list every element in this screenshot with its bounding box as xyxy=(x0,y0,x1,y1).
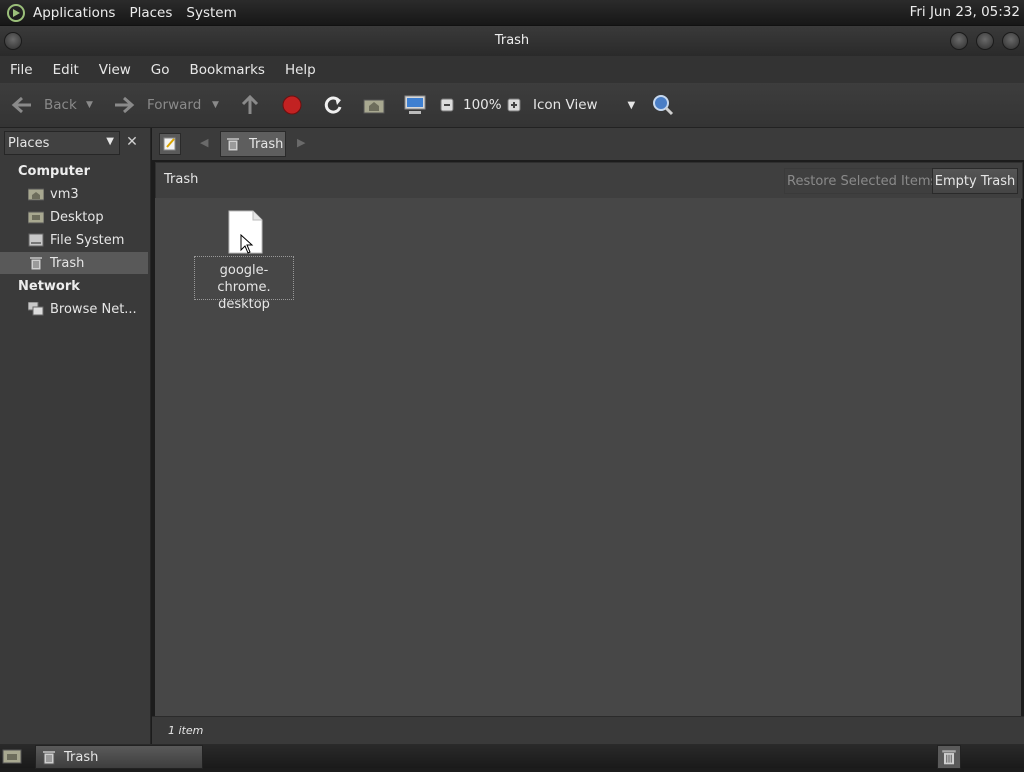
side-pane: Places ▼ ✕ Computer vm3 Desktop File Sys… xyxy=(0,128,151,744)
clock[interactable]: Fri Jun 23, 05:32 xyxy=(910,4,1020,20)
search-button[interactable] xyxy=(651,83,675,127)
system-menu[interactable]: System xyxy=(179,5,243,21)
sidebar-item-browse-network[interactable]: Browse Net... xyxy=(0,298,148,320)
menu-go[interactable]: Go xyxy=(141,62,180,78)
reload-button[interactable] xyxy=(322,83,344,127)
show-desktop-icon xyxy=(2,749,22,764)
computer-icon xyxy=(404,95,426,114)
section-computer: Computer xyxy=(18,164,91,179)
section-network: Network xyxy=(18,279,80,294)
view-mode-value: Icon View xyxy=(533,97,598,113)
network-icon xyxy=(28,302,44,316)
home-folder-icon xyxy=(363,99,385,114)
menu-help[interactable]: Help xyxy=(275,62,326,78)
up-button[interactable] xyxy=(240,83,260,127)
chevron-down-icon: ▼ xyxy=(86,100,93,110)
up-arrow-icon xyxy=(241,94,259,114)
location-bar: ◀ Trash ▶ xyxy=(152,128,1024,160)
applications-menu[interactable]: Applications xyxy=(26,5,122,21)
zoom-in-icon xyxy=(507,98,521,112)
file-view[interactable]: google-chrome. desktop xyxy=(155,198,1021,716)
status-bar: 1 item xyxy=(152,716,1024,745)
drive-icon xyxy=(28,233,44,247)
minimize-button[interactable] xyxy=(950,32,968,50)
reload-icon xyxy=(324,96,342,114)
sidebar-item-file-system[interactable]: File System xyxy=(0,229,148,251)
stop-icon xyxy=(282,95,302,115)
zoom-out-icon xyxy=(440,98,454,112)
mouse-cursor-icon xyxy=(240,234,254,254)
menu-view[interactable]: View xyxy=(89,62,141,78)
zoom-level[interactable]: 100% xyxy=(463,97,502,113)
menu-bookmarks[interactable]: Bookmarks xyxy=(180,62,275,78)
distro-logo-icon[interactable] xyxy=(6,3,26,23)
search-icon xyxy=(653,95,674,116)
trash-icon xyxy=(227,138,239,152)
menu-file[interactable]: File xyxy=(0,62,43,78)
stop-button[interactable] xyxy=(282,83,302,127)
top-panel: Applications Places System Fri Jun 23, 0… xyxy=(0,0,1024,25)
trash-applet[interactable] xyxy=(937,745,961,769)
trash-icon xyxy=(942,750,956,766)
side-pane-selector-value: Places xyxy=(8,135,50,151)
computer-button[interactable] xyxy=(403,83,427,127)
scroll-left-icon[interactable]: ◀ xyxy=(200,136,208,149)
trash-icon xyxy=(43,751,55,765)
menubar: File Edit View Go Bookmarks Help xyxy=(0,56,1024,83)
back-arrow-icon xyxy=(11,96,31,114)
close-icon: ✕ xyxy=(126,134,138,150)
scroll-right-icon[interactable]: ▶ xyxy=(297,136,305,149)
toolbar: Back ▼ Forward ▼ 100% Icon View ▼ xyxy=(0,83,1024,128)
side-pane-selector[interactable]: Places ▼ xyxy=(4,131,120,155)
back-button[interactable]: Back xyxy=(10,83,77,127)
close-side-pane-button[interactable]: ✕ xyxy=(122,133,142,153)
window-title: Trash xyxy=(494,33,530,48)
restore-selected-items-button[interactable]: Restore Selected Items xyxy=(784,168,941,194)
maximize-button[interactable] xyxy=(976,32,994,50)
empty-trash-button[interactable]: Empty Trash xyxy=(932,168,1018,194)
window-titlebar[interactable]: Trash xyxy=(0,25,1024,56)
zoom-out-button[interactable] xyxy=(440,83,454,127)
chevron-down-icon: ▼ xyxy=(106,136,114,147)
sidebar-item-desktop[interactable]: Desktop xyxy=(0,206,148,228)
places-menu[interactable]: Places xyxy=(122,5,179,21)
bottom-panel: Trash xyxy=(0,744,1024,769)
toggle-location-entry-button[interactable] xyxy=(159,133,181,155)
forward-arrow-icon xyxy=(115,96,135,114)
item-count: 1 item xyxy=(168,724,204,737)
trash-icon xyxy=(30,257,42,270)
back-history-dropdown[interactable]: ▼ xyxy=(86,83,93,127)
chevron-down-icon: ▼ xyxy=(627,99,636,111)
show-desktop-button[interactable] xyxy=(2,746,22,766)
breadcrumb-trash[interactable]: Trash xyxy=(220,131,286,157)
view-mode-select[interactable]: Icon View ▼ xyxy=(533,83,635,127)
sidebar-item-trash[interactable]: Trash xyxy=(0,252,148,274)
taskbar-item-trash[interactable]: Trash xyxy=(35,745,203,769)
sidebar-item-vm3[interactable]: vm3 xyxy=(0,183,148,205)
trash-info-bar: Trash Restore Selected Items Empty Trash xyxy=(155,162,1023,199)
home-folder-icon xyxy=(28,188,44,201)
file-item[interactable]: google-chrome. desktop xyxy=(193,210,297,312)
close-window-button[interactable] xyxy=(1002,32,1020,50)
info-bar-title: Trash xyxy=(164,172,199,187)
forward-button[interactable]: Forward xyxy=(112,83,201,127)
file-item-label: google-chrome. desktop xyxy=(194,256,294,312)
desktop-folder-icon xyxy=(28,211,44,224)
menu-edit[interactable]: Edit xyxy=(43,62,89,78)
home-button[interactable] xyxy=(363,83,385,127)
forward-history-dropdown[interactable]: ▼ xyxy=(212,83,219,127)
zoom-in-button[interactable] xyxy=(507,83,521,127)
edit-icon xyxy=(163,137,176,151)
chevron-down-icon: ▼ xyxy=(212,100,219,110)
